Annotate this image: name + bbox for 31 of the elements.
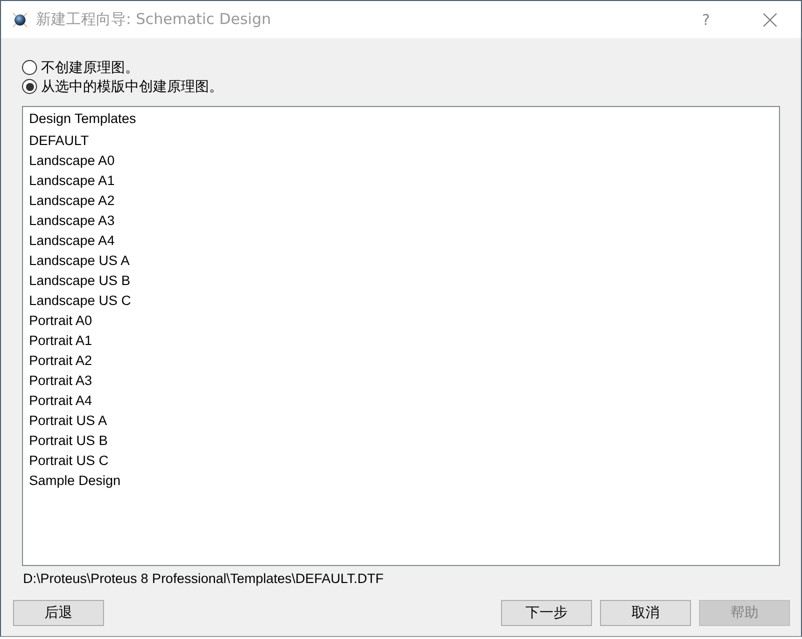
list-heading[interactable]: Design Templates [29,109,136,129]
template-item[interactable]: Portrait A1 [29,331,92,351]
template-item[interactable]: Sample Design [29,471,121,491]
template-item[interactable]: Portrait A2 [29,351,92,371]
template-item[interactable]: Landscape US A [29,251,130,271]
help-button[interactable]: ? [694,4,718,34]
template-path: D:\Proteus\Proteus 8 Professional\Templates\DEFAULT.DTF [22,570,384,588]
template-item[interactable]: DEFAULT [29,131,89,151]
template-item[interactable]: Landscape A4 [29,231,115,251]
template-item[interactable]: Portrait US B [29,431,108,451]
template-item[interactable]: Landscape A0 [29,151,115,171]
close-icon [763,12,777,26]
template-item[interactable]: Landscape US B [29,271,130,291]
template-item[interactable]: Landscape A2 [29,191,115,211]
template-item[interactable]: Portrait A3 [29,371,92,391]
template-item[interactable]: Landscape A1 [29,171,115,191]
dialog-button[interactable]: 下一步 [501,600,592,626]
option-label[interactable]: 不创建原理图。 [41,58,139,76]
template-item[interactable]: Portrait US A [29,411,108,431]
back-button[interactable]: 后退 [13,600,104,626]
template-item[interactable]: Landscape US C [29,291,132,311]
template-item[interactable]: Portrait A4 [29,391,92,411]
template-item[interactable]: Portrait US C [29,451,109,471]
dialog-button[interactable]: 取消 [600,600,691,626]
radio-button[interactable] [22,60,37,75]
radio-button[interactable] [22,79,37,94]
window-title: 新建工程向导: Schematic Design [36,10,271,29]
template-item[interactable]: Portrait A0 [29,311,92,331]
sphere-icon [12,12,28,28]
template-item[interactable]: Landscape A3 [29,211,115,231]
option-label[interactable]: 从选中的模版中创建原理图。 [41,78,223,96]
